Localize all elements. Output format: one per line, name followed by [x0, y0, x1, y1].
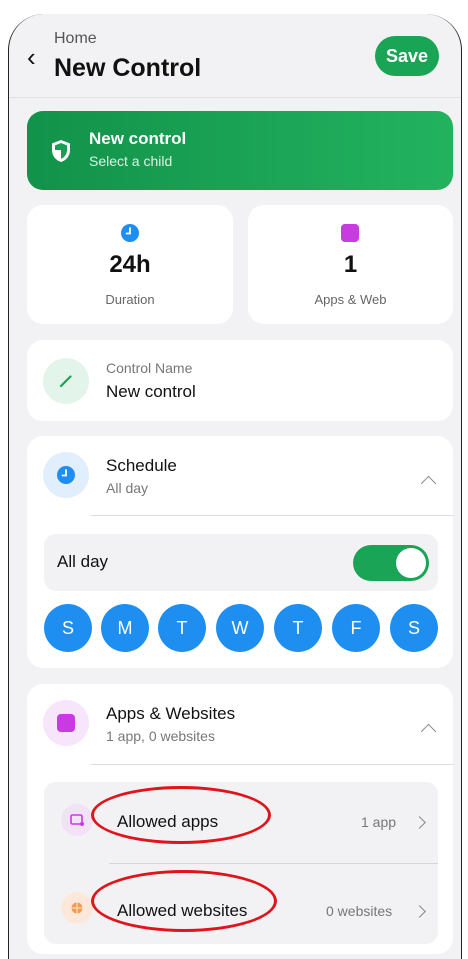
- apps-divider: [91, 764, 453, 765]
- apps-square-icon: [341, 224, 359, 242]
- back-chevron-icon[interactable]: ‹: [27, 44, 36, 70]
- collapse-chevron-icon[interactable]: [420, 475, 437, 492]
- weekday-selector: S M T W T F S: [44, 604, 438, 654]
- chevron-right-icon[interactable]: [413, 816, 426, 829]
- allowed-websites-count: 0 websites: [326, 903, 393, 919]
- day-wednesday[interactable]: W: [216, 604, 264, 652]
- control-name-card[interactable]: Control Name New control: [27, 340, 453, 421]
- pencil-icon: [43, 358, 89, 404]
- all-day-toggle[interactable]: [353, 545, 429, 581]
- highlight-ellipse-apps: [91, 786, 271, 844]
- apps-web-label: Apps & Web: [314, 292, 387, 307]
- header: ‹ Home New Control Save: [9, 14, 461, 90]
- day-saturday[interactable]: S: [390, 604, 438, 652]
- banner-subtitle: Select a child: [89, 153, 173, 169]
- highlight-ellipse-websites: [91, 870, 277, 932]
- collapse-chevron-icon[interactable]: [420, 723, 437, 740]
- schedule-divider: [91, 515, 453, 516]
- all-day-label: All day: [57, 552, 109, 571]
- schedule-clock-icon: [43, 452, 89, 498]
- control-name-label: Control Name: [106, 360, 193, 376]
- chevron-right-icon[interactable]: [413, 905, 426, 918]
- app-window-icon: [61, 804, 93, 836]
- duration-card: 24h Duration: [27, 205, 233, 324]
- day-sunday[interactable]: S: [44, 604, 92, 652]
- day-friday[interactable]: F: [332, 604, 380, 652]
- header-divider: [9, 97, 461, 98]
- allowed-apps-count: 1 app: [361, 814, 397, 830]
- day-thursday[interactable]: T: [274, 604, 322, 652]
- apps-web-value: 1: [343, 251, 358, 278]
- all-day-row: All day: [44, 534, 438, 591]
- breadcrumb[interactable]: Home: [54, 30, 97, 48]
- apps-icon: [43, 700, 89, 746]
- select-child-banner[interactable]: New control Select a child: [27, 111, 453, 190]
- clock-icon: [121, 224, 139, 242]
- list-divider: [109, 863, 438, 864]
- apps-websites-title[interactable]: Apps & Websites: [106, 704, 235, 724]
- schedule-subtitle: All day: [106, 480, 149, 496]
- screen: ‹ Home New Control Save New control Sele…: [8, 14, 462, 959]
- banner-title: New control: [89, 129, 187, 148]
- day-monday[interactable]: M: [101, 604, 149, 652]
- apps-web-card: 1 Apps & Web: [248, 205, 453, 324]
- apps-websites-subtitle: 1 app, 0 websites: [106, 728, 215, 744]
- duration-value: 24h: [109, 251, 151, 278]
- save-button[interactable]: Save: [375, 36, 439, 76]
- duration-label: Duration: [105, 292, 155, 307]
- page-title: New Control: [54, 54, 202, 82]
- schedule-title[interactable]: Schedule: [106, 456, 177, 476]
- shield-icon: [52, 140, 70, 162]
- toggle-knob: [396, 548, 426, 578]
- control-name-value[interactable]: New control: [106, 382, 196, 402]
- day-tuesday[interactable]: T: [158, 604, 206, 652]
- globe-icon: [61, 892, 93, 924]
